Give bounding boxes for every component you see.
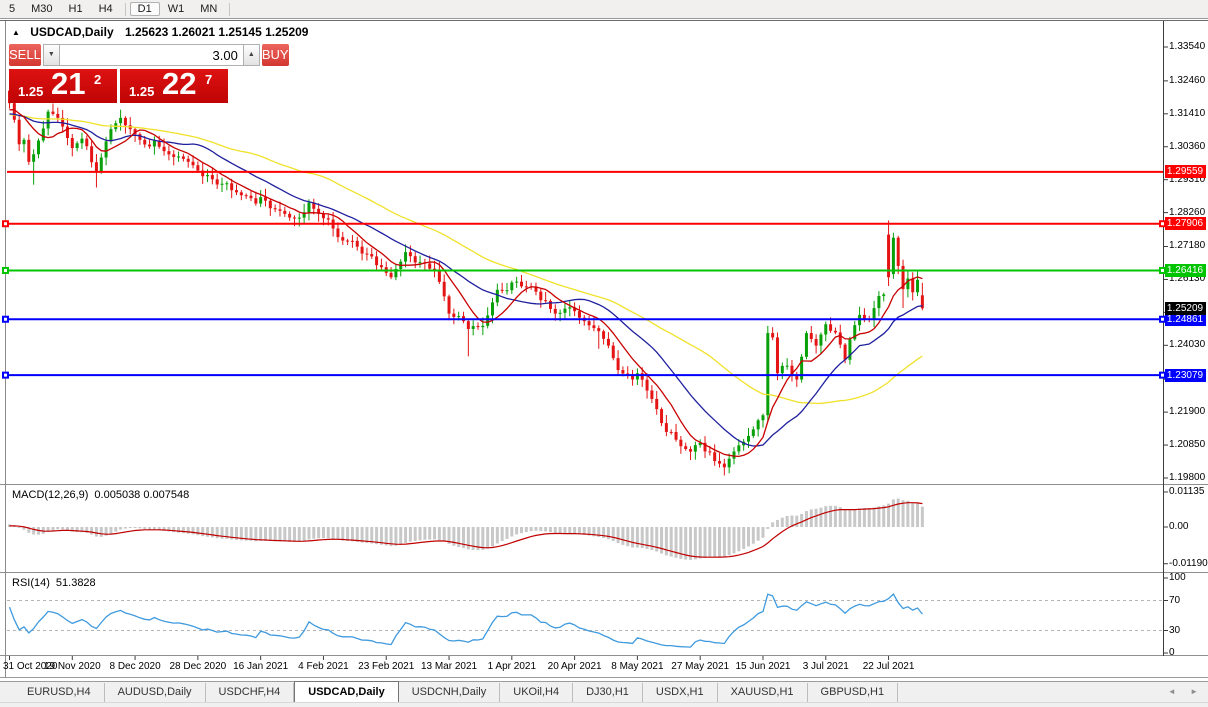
rsi-name: RSI(14) (12, 577, 50, 589)
toolbar-separator (124, 2, 126, 16)
sell-button[interactable]: SELL (9, 44, 41, 66)
timeframe-button-h4[interactable]: H4 (91, 2, 121, 16)
timeframe-button-d1[interactable]: D1 (129, 2, 160, 16)
timeframe-button-m30[interactable]: M30 (23, 2, 60, 16)
tab-usdcad-daily[interactable]: USDCAD,Daily (294, 681, 399, 703)
chart-canvas[interactable] (0, 0, 1208, 707)
date-label: 1 Apr 2021 (487, 661, 536, 672)
rsi-tick-label: 30 (1169, 624, 1181, 636)
chart-symbol-label: USDCAD,Daily (30, 25, 114, 39)
macd-indicator-label: MACD(12,26,9) 0.005038 0.007548 (12, 489, 195, 501)
rsi-tick-label: 100 (1169, 572, 1186, 583)
timeframe-button-h1[interactable]: H1 (61, 2, 91, 16)
date-label: 8 May 2021 (611, 661, 664, 672)
price-tick-label: 1.24030 (1169, 339, 1206, 351)
date-label: 28 Dec 2020 (169, 661, 227, 672)
timeframe-button-w1[interactable]: W1 (160, 2, 193, 16)
date-label: 13 Mar 2021 (420, 661, 478, 672)
macd-values: 0.005038 0.007548 (94, 489, 190, 501)
tab-xauusd-h1[interactable]: XAUUSD,H1 (718, 683, 808, 702)
tab-usdcnh-daily[interactable]: USDCNH,Daily (399, 683, 501, 702)
price-tick-label: 1.27180 (1169, 240, 1206, 252)
buy-price-big-digits: 22 (162, 66, 197, 101)
tab-ukoil-h4[interactable]: UKOil,H4 (500, 683, 574, 702)
price-tick-label: 1.32460 (1169, 74, 1206, 86)
volume-input[interactable] (59, 44, 243, 66)
macd-tick-label: -0.01190 (1169, 557, 1208, 569)
macd-tick-label: 0.01135 (1169, 485, 1205, 497)
price-tick-label: 1.20850 (1169, 439, 1206, 451)
chart-ohlc-values: 1.25623 1.26021 1.25145 1.25209 (124, 25, 309, 39)
date-label: 22 Jul 2021 (862, 661, 915, 672)
date-label: 19 Nov 2020 (43, 661, 101, 672)
price-tick-label: 1.33540 (1169, 41, 1206, 52)
buy-price-prefix: 1.25 (129, 84, 155, 99)
buy-price-pip-digit: 7 (205, 72, 213, 87)
buy-button[interactable]: BUY (261, 44, 289, 66)
buy-price-box[interactable]: 1.25 22 7 (120, 66, 228, 103)
sell-price-box[interactable]: 1.25 21 2 (9, 66, 117, 103)
price-tick-label: 1.30360 (1169, 140, 1206, 152)
toolbar-separator (229, 2, 231, 16)
terminal-window: 5 M30 H1 H4 D1 W1 MN ▲ USDCAD,Daily 1.25623 1.… (0, 0, 1208, 707)
date-label: 15 Jun 2021 (735, 661, 791, 672)
status-strip (0, 702, 1208, 707)
level-price-label: 1.27906 (1164, 217, 1206, 231)
tab-audusd-daily[interactable]: AUDUSD,Daily (105, 683, 206, 702)
tab-scroll-arrows: ◄ ► (1156, 687, 1198, 696)
macd-name: MACD(12,26,9) (12, 489, 89, 501)
level-price-label: 1.23079 (1164, 368, 1206, 382)
rsi-tick-label: 70 (1169, 594, 1181, 606)
rsi-indicator-label: RSI(14) 51.3828 (12, 577, 102, 589)
tab-usdchf-h4[interactable]: USDCHF,H4 (206, 683, 295, 702)
macd-tick-label: 0.00 (1169, 521, 1189, 532)
tab-eurusd-h4[interactable]: EURUSD,H4 (14, 683, 105, 702)
collapse-trade-panel-icon[interactable]: ▲ (12, 28, 20, 37)
volume-decrease-button[interactable]: ▼ (42, 44, 60, 66)
timeframe-toolbar: 5 M30 H1 H4 D1 W1 MN (0, 0, 1208, 19)
volume-increase-button[interactable]: ▲ (242, 44, 260, 66)
price-tick-label: 1.19800 (1169, 471, 1206, 483)
chart-tab-bar: EURUSD,H4 AUDUSD,Daily USDCHF,H4 USDCAD,Dai… (0, 681, 1208, 703)
date-label: 23 Feb 2021 (358, 661, 415, 672)
date-label: 16 Jan 2021 (233, 661, 289, 672)
date-label: 3 Jul 2021 (802, 661, 849, 672)
date-label: 8 Dec 2020 (109, 661, 161, 672)
current-price-label: 1.25209 (1164, 301, 1206, 315)
rsi-tick-label: 0 (1169, 647, 1175, 658)
volume-stepper: ▼ ▲ (42, 44, 260, 66)
price-tick-label: 1.21900 (1169, 406, 1206, 418)
one-click-trade-panel: SELL ▼ ▲ BUY 1.25 21 2 1.25 22 7 (9, 44, 289, 103)
level-price-label: 1.29559 (1164, 165, 1206, 179)
timeframe-button-mn[interactable]: MN (192, 2, 225, 16)
sell-price-prefix: 1.25 (18, 84, 44, 99)
rsi-value: 51.3828 (55, 577, 96, 589)
chart-title: ▲ USDCAD,Daily 1.25623 1.26021 1.25145 1… (12, 25, 315, 39)
tab-scroll-right-icon[interactable]: ► (1190, 687, 1198, 696)
level-price-label: 1.26416 (1164, 263, 1206, 277)
tab-usdx-h1[interactable]: USDX,H1 (643, 683, 718, 702)
sell-price-pip-digit: 2 (94, 72, 102, 87)
date-label: 4 Feb 2021 (298, 661, 349, 672)
date-label: 27 May 2021 (671, 661, 730, 672)
timeframe-button-5[interactable]: 5 (1, 2, 23, 16)
tab-scroll-left-icon[interactable]: ◄ (1168, 687, 1176, 696)
chart-window-border (0, 20, 1208, 21)
tab-dj30-h1[interactable]: DJ30,H1 (573, 683, 643, 702)
price-tick-label: 1.31410 (1169, 107, 1206, 119)
price-tick-label: 1.28260 (1169, 206, 1206, 218)
date-label: 20 Apr 2021 (547, 661, 602, 672)
sell-price-big-digits: 21 (51, 66, 86, 101)
tab-gbpusd-h1[interactable]: GBPUSD,H1 (808, 683, 899, 702)
